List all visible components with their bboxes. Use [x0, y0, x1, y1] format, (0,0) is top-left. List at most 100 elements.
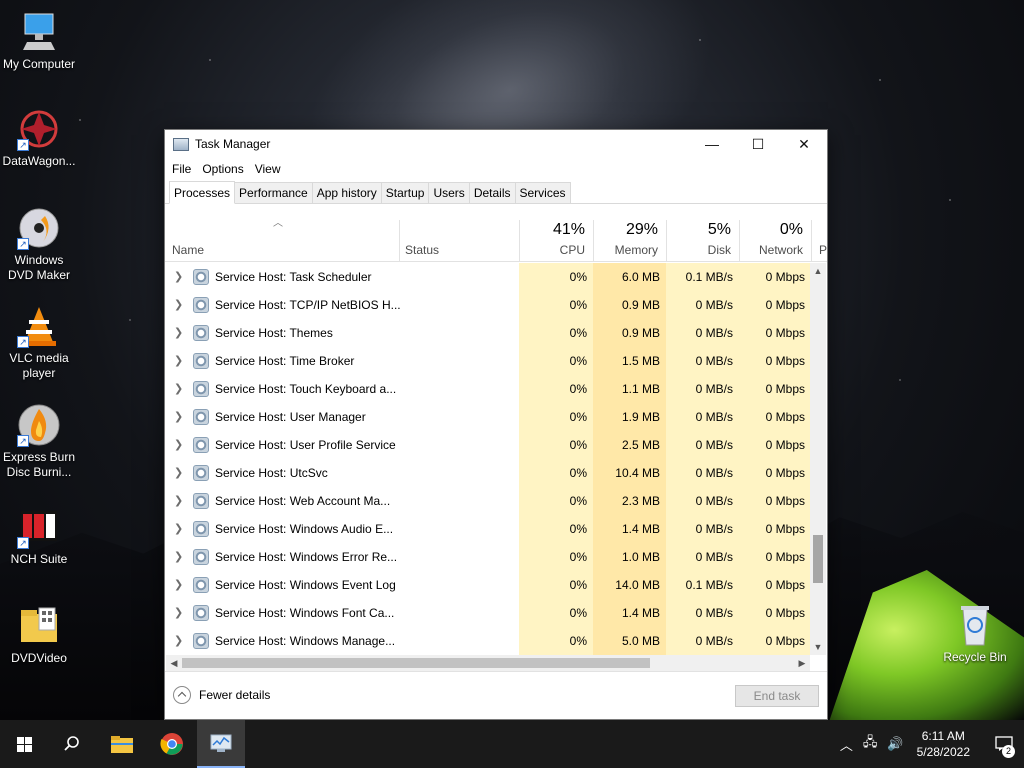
scroll-right-arrow-icon[interactable]: ▶ — [794, 655, 810, 671]
process-network: 0 Mbps — [739, 543, 811, 571]
tab-services[interactable]: Services — [514, 182, 571, 203]
table-row[interactable]: ❯ Service Host: Themes 0% 0.9 MB 0 MB/s 0 Mbp… — [165, 319, 811, 347]
sort-ascending-icon: ︿ — [273, 218, 283, 229]
table-row[interactable]: ❯ Service Host: UtcSvc 0% 10.4 MB 0 MB/s 0 Mb… — [165, 459, 811, 487]
table-row[interactable]: ❯ Service Host: Touch Keyboard a... 0% 1.1 … — [165, 375, 811, 403]
process-name: Service Host: User Manager — [215, 410, 366, 424]
process-cpu: 0% — [519, 459, 593, 487]
table-row[interactable]: ❯ Service Host: Windows Event Log 0% 14.0 M… — [165, 571, 811, 599]
menu-options[interactable]: Options — [202, 162, 243, 176]
expand-chevron-icon[interactable]: ❯ — [174, 263, 183, 291]
column-header-status[interactable]: Status — [399, 206, 519, 262]
desktop-icon-datawagon[interactable]: ↗ DataWagon... — [1, 107, 77, 169]
start-button[interactable] — [0, 720, 48, 768]
expand-chevron-icon[interactable]: ❯ — [174, 599, 183, 627]
service-gear-icon — [193, 577, 209, 593]
process-name: Service Host: Task Scheduler — [215, 270, 372, 284]
menu-view[interactable]: View — [255, 162, 281, 176]
desktop-icon-windows-dvd-maker[interactable]: ↗ Windows DVD Maker — [1, 206, 77, 283]
vertical-scroll-thumb[interactable] — [813, 535, 823, 583]
column-header-disk[interactable]: 5% Disk — [666, 206, 739, 262]
clock-date: 5/28/2022 — [916, 745, 970, 759]
process-cpu: 0% — [519, 599, 593, 627]
taskbar-chrome[interactable] — [148, 720, 196, 768]
horizontal-scroll-thumb[interactable] — [182, 658, 650, 668]
column-header-cpu[interactable]: 41% CPU — [519, 206, 593, 262]
close-button[interactable]: ✕ — [781, 130, 827, 158]
vertical-scrollbar[interactable]: ▲ ▼ — [810, 263, 826, 655]
scroll-up-arrow-icon[interactable]: ▲ — [810, 263, 826, 279]
expand-chevron-icon[interactable]: ❯ — [174, 403, 183, 431]
desktop-icon-my-computer[interactable]: My Computer — [1, 10, 77, 72]
expand-chevron-icon[interactable]: ❯ — [174, 319, 183, 347]
desktop-icon-nch-suite[interactable]: ↗ NCH Suite — [1, 505, 77, 567]
volume-icon[interactable]: 🔊 — [887, 736, 903, 752]
desktop-icon-dvdvideo[interactable]: DVDVideo — [1, 604, 77, 666]
tab-users[interactable]: Users — [428, 182, 470, 203]
fewer-details-button[interactable]: Fewer details — [173, 686, 270, 704]
process-disk: 0 MB/s — [666, 403, 739, 431]
column-header-power[interactable]: P — [815, 206, 827, 262]
service-gear-icon — [193, 353, 209, 369]
process-name: Service Host: Windows Font Ca... — [215, 606, 395, 620]
table-row[interactable]: ❯ Service Host: User Manager 0% 1.9 MB 0 MB/… — [165, 403, 811, 431]
process-cpu: 0% — [519, 431, 593, 459]
tab-details[interactable]: Details — [468, 182, 516, 203]
desktop-icon-express-burn[interactable]: ↗ Express Burn Disc Burni... — [1, 403, 77, 480]
scroll-down-arrow-icon[interactable]: ▼ — [810, 639, 826, 655]
task-manager-icon — [210, 734, 232, 752]
desktop-icon-recycle-bin[interactable]: Recycle Bin — [937, 603, 1013, 665]
table-row[interactable]: ❯ Service Host: Windows Error Re... 0% 1.0 … — [165, 543, 811, 571]
desktop-icon-vlc[interactable]: ↗ VLC media player — [1, 304, 77, 381]
end-task-button[interactable]: End task — [735, 685, 819, 707]
taskbar-task-manager[interactable] — [197, 720, 245, 768]
table-row[interactable]: ❯ Service Host: Windows Font Ca... 0% 1.4 M… — [165, 599, 811, 627]
process-cpu: 0% — [519, 627, 593, 655]
table-row[interactable]: ❯ Service Host: Time Broker 0% 1.5 MB 0 MB/s… — [165, 347, 811, 375]
table-row[interactable]: ❯ Service Host: Task Scheduler 0% 6.0 MB 0.1… — [165, 263, 811, 291]
expand-chevron-icon[interactable]: ❯ — [174, 515, 183, 543]
search-button[interactable] — [48, 720, 96, 768]
taskbar-file-explorer[interactable] — [98, 720, 146, 768]
expand-chevron-icon[interactable]: ❯ — [174, 627, 183, 655]
tab-performance[interactable]: Performance — [234, 182, 313, 203]
chevron-up-icon[interactable]: ︿ — [840, 735, 853, 754]
expand-chevron-icon[interactable]: ❯ — [174, 431, 183, 459]
column-header-memory[interactable]: 29% Memory — [593, 206, 666, 262]
table-row[interactable]: ❯ Service Host: Windows Manage... 0% 5.0 MB… — [165, 627, 811, 655]
expand-chevron-icon[interactable]: ❯ — [174, 487, 183, 515]
process-disk: 0 MB/s — [666, 459, 739, 487]
minimize-button[interactable]: — — [689, 130, 735, 158]
expand-chevron-icon[interactable]: ❯ — [174, 543, 183, 571]
process-network: 0 Mbps — [739, 571, 811, 599]
file-explorer-icon — [111, 736, 133, 753]
clock[interactable]: 6:11 AM 5/28/2022 — [917, 728, 970, 760]
table-row[interactable]: ❯ Service Host: TCP/IP NetBIOS H... 0% 0.9 … — [165, 291, 811, 319]
table-body: ❯ Service Host: Task Scheduler 0% 6.0 MB 0.1… — [165, 263, 811, 655]
network-icon[interactable]: 🖧 — [863, 733, 878, 755]
task-manager-app-icon — [173, 137, 189, 151]
column-header-network[interactable]: 0% Network — [739, 206, 811, 262]
notification-center-button[interactable]: 2 — [984, 720, 1024, 768]
service-gear-icon — [193, 437, 209, 453]
expand-chevron-icon[interactable]: ❯ — [174, 347, 183, 375]
title-bar[interactable]: Task Manager — ☐ ✕ — [165, 130, 827, 158]
expand-chevron-icon[interactable]: ❯ — [174, 571, 183, 599]
expand-chevron-icon[interactable]: ❯ — [174, 375, 183, 403]
tab-startup[interactable]: Startup — [380, 182, 430, 203]
maximize-button[interactable]: ☐ — [735, 130, 781, 158]
menu-file[interactable]: File — [172, 162, 191, 176]
process-cpu: 0% — [519, 403, 593, 431]
horizontal-scrollbar[interactable]: ◀ ▶ — [166, 655, 810, 671]
expand-chevron-icon[interactable]: ❯ — [174, 291, 183, 319]
process-disk: 0 MB/s — [666, 431, 739, 459]
expand-chevron-icon[interactable]: ❯ — [174, 459, 183, 487]
tab-processes[interactable]: Processes — [169, 181, 236, 204]
scroll-left-arrow-icon[interactable]: ◀ — [166, 655, 182, 671]
table-row[interactable]: ❯ Service Host: User Profile Service 0% 2.5… — [165, 431, 811, 459]
column-header-name[interactable]: ︿ Name — [165, 206, 399, 262]
table-row[interactable]: ❯ Service Host: Windows Audio E... 0% 1.4 M… — [165, 515, 811, 543]
table-row[interactable]: ❯ Service Host: Web Account Ma... 0% 2.3 MB… — [165, 487, 811, 515]
process-disk: 0.1 MB/s — [666, 571, 739, 599]
tab-app-history[interactable]: App history — [311, 182, 382, 203]
